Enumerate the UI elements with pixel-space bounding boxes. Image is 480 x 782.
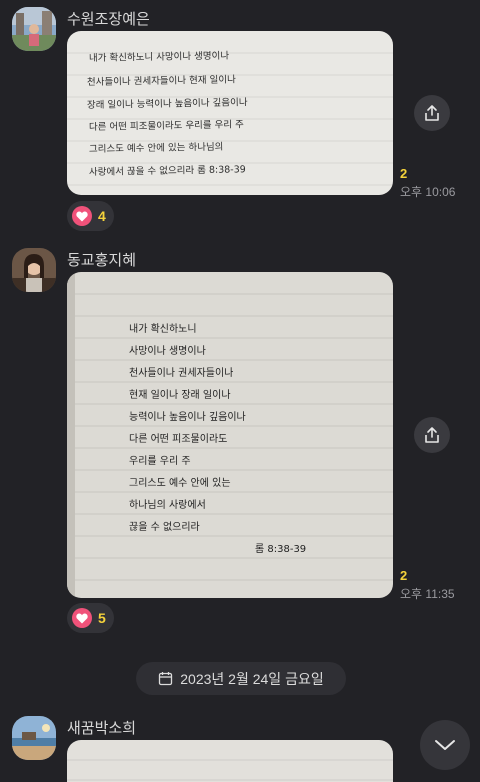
reaction-count: 5 xyxy=(98,610,106,626)
share-button[interactable] xyxy=(414,95,450,131)
note-line: 하나님의 사랑에서 xyxy=(129,498,206,511)
scroll-down-button[interactable] xyxy=(420,720,470,770)
reaction-count: 4 xyxy=(98,208,106,224)
note-line: 끊을 수 없으리라 xyxy=(129,520,200,533)
reaction-badge[interactable]: 4 xyxy=(67,201,114,231)
avatar[interactable] xyxy=(12,7,56,51)
unread-count: 2 xyxy=(400,568,408,583)
sender-name: 동교홍지혜 xyxy=(67,252,137,269)
avatar[interactable] xyxy=(12,716,56,760)
unread-count: 2 xyxy=(400,166,408,181)
timestamp: 오후 11:35 xyxy=(400,587,455,601)
note-line: 현재 일이나 장래 일이나 xyxy=(129,389,231,401)
note-line: 롬 8:38-39 xyxy=(255,543,306,555)
note-line: 내가 확신하노니 사망이나 생명이나 xyxy=(89,50,230,64)
date-label: 2023년 2월 24일 금요일 xyxy=(180,670,324,687)
sender-name: 새꿈박소희 xyxy=(67,720,137,737)
note-line: 다른 어떤 피조물이라도 xyxy=(129,433,227,445)
heart-icon xyxy=(72,206,92,226)
timestamp: 오후 10:06 xyxy=(400,185,456,199)
share-button[interactable] xyxy=(414,417,450,453)
reaction-badge[interactable]: 5 xyxy=(67,603,114,633)
photo-attachment[interactable]: 내가 확신하노니 사망이나 생명이나 천사들이나 권세자들이나 현재 일이나 장… xyxy=(67,272,393,598)
note-line: 그리스도 예수 안에 있는 xyxy=(129,477,231,489)
note-line: 능력이나 높음이나 깊음이나 xyxy=(129,411,246,423)
note-line: 그리스도 예수 안에 있는 하나님의 xyxy=(89,141,224,155)
photo-attachment[interactable] xyxy=(67,740,393,782)
avatar[interactable] xyxy=(12,248,56,292)
date-divider: 2023년 2월 24일 금요일 xyxy=(136,662,346,695)
note-line: 사망이나 생명이나 xyxy=(129,345,206,357)
heart-icon xyxy=(72,608,92,628)
chevron-down-icon xyxy=(435,740,455,750)
photo-attachment[interactable]: 내가 확신하노니 사망이나 생명이나 천사들이나 권세자들이나 현재 일이나 장… xyxy=(67,31,393,195)
note-line: 내가 확신하노니 xyxy=(129,322,197,335)
sender-name: 수원조장예은 xyxy=(67,11,150,28)
note-line: 천사들이나 권세자들이나 xyxy=(129,367,233,379)
note-line: 우리를 우리 주 xyxy=(129,455,191,467)
calendar-icon xyxy=(159,672,173,686)
share-icon xyxy=(425,427,439,443)
share-icon xyxy=(425,105,439,121)
